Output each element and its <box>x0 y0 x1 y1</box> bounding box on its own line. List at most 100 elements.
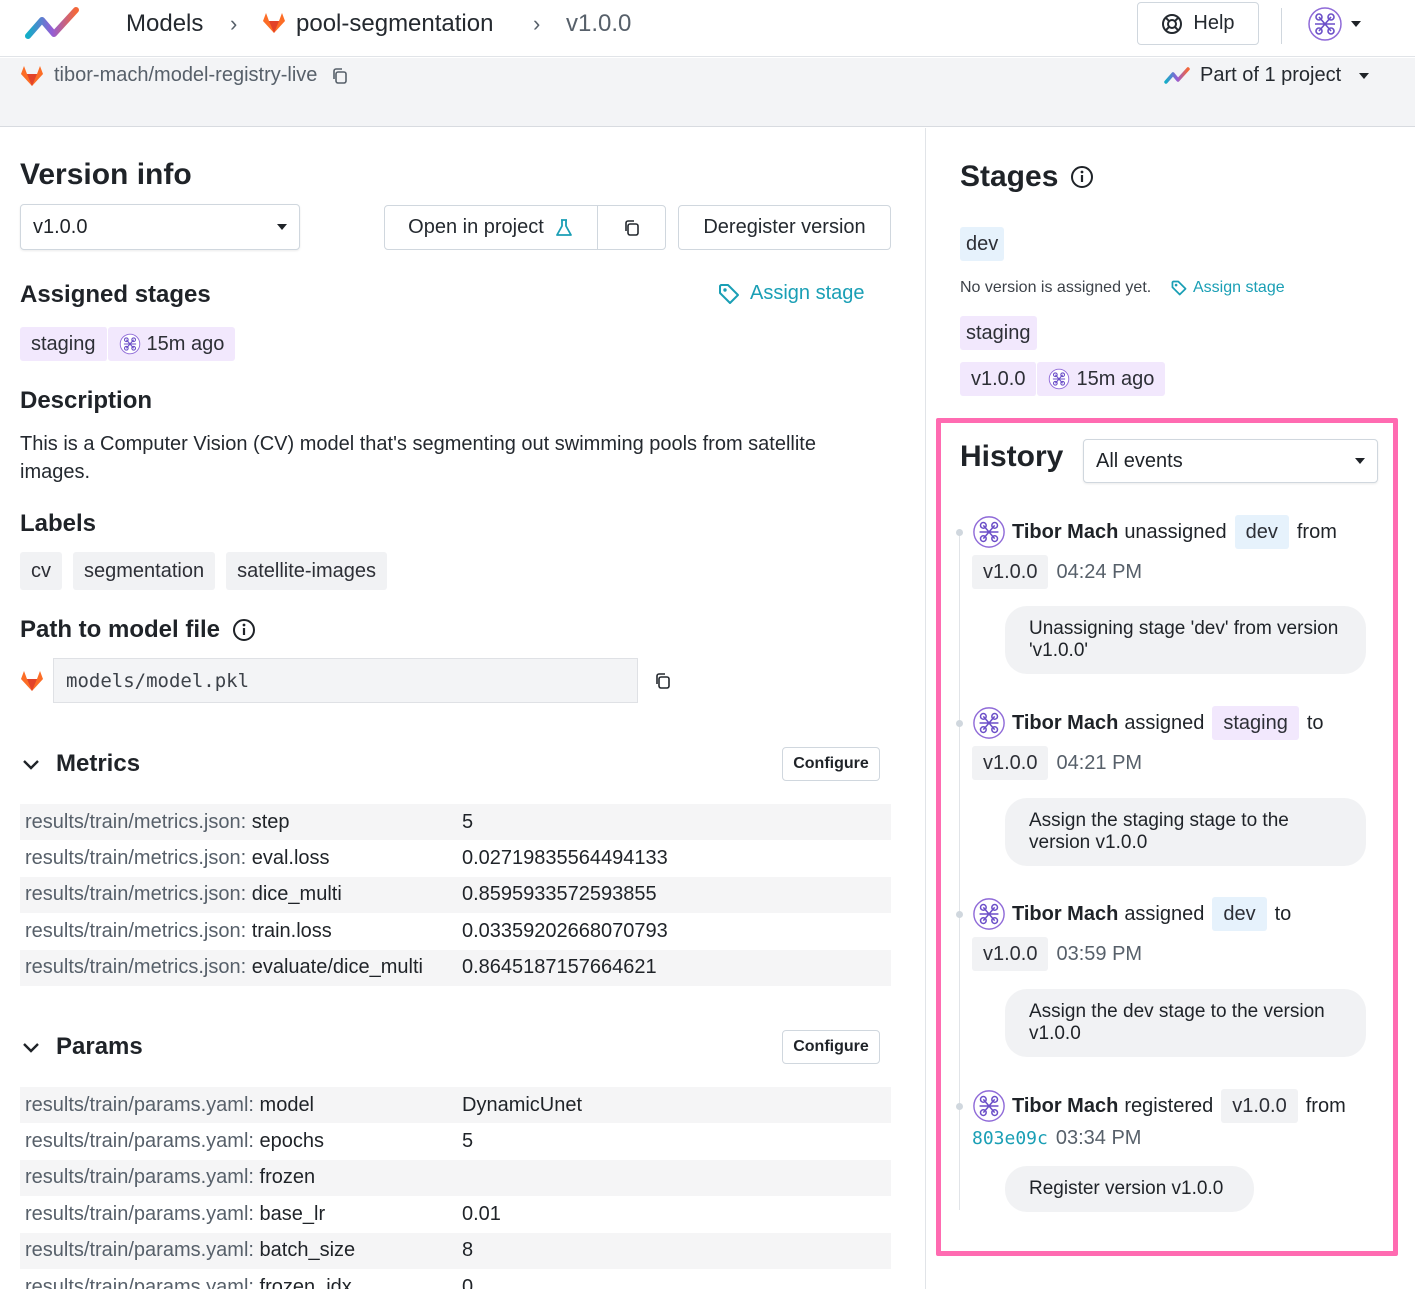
stage-staging-time: 15m ago <box>1037 362 1166 396</box>
timeline-dot <box>956 529 963 536</box>
param-key: epochs <box>259 1130 325 1153</box>
event-message: Assign the dev stage to the version v1.0… <box>1005 989 1366 1057</box>
part-of-projects-dropdown[interactable]: Part of 1 project <box>1164 64 1370 87</box>
metric-key: step <box>251 810 290 833</box>
event-user: Tibor Mach <box>1012 902 1119 925</box>
repo-name: tibor-mach/model-registry-live <box>54 64 318 86</box>
params-toggle[interactable]: Params <box>20 1033 143 1061</box>
stage-staging-version: v1.0.0 <box>960 362 1038 396</box>
copy-icon[interactable] <box>331 67 349 85</box>
model-path-field[interactable]: models/model.pkl <box>53 658 638 703</box>
breadcrumb-model[interactable]: pool-segmentation <box>296 9 493 39</box>
metrics-title: Metrics <box>56 750 141 777</box>
table-row: results/train/metrics.json: step 5 <box>20 804 891 841</box>
version-select-value: v1.0.0 <box>33 215 88 238</box>
assign-stage-link[interactable]: Assign stage <box>718 282 865 305</box>
help-button[interactable]: Help <box>1137 2 1259 45</box>
history-filter-select[interactable]: All events <box>1083 439 1378 483</box>
history-title: History <box>960 440 1064 473</box>
event-user: Tibor Mach <box>1012 711 1119 734</box>
table-row: results/train/metrics.json: evaluate/dic… <box>20 949 891 986</box>
repo-bar: tibor-mach/model-registry-live Part of 1… <box>0 58 1415 127</box>
metric-value: 0.8645187157664621 <box>462 956 657 979</box>
info-icon[interactable] <box>1070 165 1094 189</box>
breadcrumb-models[interactable]: Models <box>126 9 203 39</box>
param-value: DynamicUnet <box>462 1093 583 1116</box>
param-file: results/train/params.yaml: <box>25 1202 254 1225</box>
event-time: 04:24 PM <box>1056 560 1143 583</box>
event-user: Tibor Mach <box>1012 1094 1119 1117</box>
table-row: results/train/params.yaml: frozen_idx 0 <box>20 1269 891 1289</box>
tag-icon <box>719 283 739 304</box>
param-key: frozen_idx <box>259 1275 352 1289</box>
event-version: v1.0.0 <box>972 937 1049 971</box>
event-action: assigned <box>1124 711 1205 734</box>
param-value: 5 <box>462 1130 474 1153</box>
copy-icon[interactable] <box>654 672 672 690</box>
metric-key: eval.loss <box>251 847 330 870</box>
labels-title: Labels <box>20 510 97 537</box>
metrics-configure-button[interactable]: Configure <box>782 747 880 781</box>
label-chip[interactable]: cv <box>20 552 62 590</box>
history-event: Tibor Mach unassigned dev from <box>972 515 1337 549</box>
event-meta: v1.0.0 04:21 PM <box>972 746 1142 780</box>
table-row: results/train/params.yaml: epochs 5 <box>20 1123 891 1159</box>
stage-dev-assign-link[interactable]: Assign stage <box>1171 279 1285 297</box>
table-row: results/train/metrics.json: train.loss 0.… <box>20 913 891 949</box>
metric-key: evaluate/dice_multi <box>251 956 423 979</box>
event-message: Assign the staging stage to the version … <box>1005 798 1366 866</box>
copy-version-button[interactable] <box>597 205 666 250</box>
metric-file: results/train/metrics.json: <box>25 883 247 906</box>
lifebuoy-icon <box>1162 13 1183 34</box>
params-configure-button[interactable]: Configure <box>782 1030 880 1064</box>
help-label: Help <box>1193 12 1235 34</box>
tag-icon <box>1171 280 1187 296</box>
event-stage: dev <box>1234 515 1289 549</box>
table-row: results/train/metrics.json: dice_multi 0.… <box>20 876 891 914</box>
param-value: 8 <box>462 1239 474 1262</box>
version-select[interactable]: v1.0.0 <box>20 204 300 250</box>
event-action: registered <box>1124 1094 1214 1117</box>
event-message: Unassigning stage 'dev' from version 'v1… <box>1005 606 1366 674</box>
table-row: results/train/params.yaml: batch_size 8 <box>20 1232 891 1269</box>
label-chip[interactable]: segmentation <box>73 552 216 590</box>
chevron-right-icon: › <box>533 11 541 36</box>
event-stage: dev <box>1212 897 1267 931</box>
panel-divider <box>925 128 926 1289</box>
event-action: unassigned <box>1124 520 1227 543</box>
deregister-version-button[interactable]: Deregister version <box>678 205 891 250</box>
metric-key: dice_multi <box>251 883 342 906</box>
event-conj: to <box>1306 711 1324 734</box>
avatar-icon <box>973 1090 1005 1122</box>
event-time: 04:21 PM <box>1056 751 1143 774</box>
event-meta: v1.0.0 04:24 PM <box>972 555 1142 589</box>
metrics-toggle[interactable]: Metrics <box>20 750 140 778</box>
commit-link[interactable]: 803e09c <box>972 1128 1048 1149</box>
info-icon[interactable] <box>232 618 256 642</box>
chevron-down-icon <box>1351 21 1361 27</box>
event-conj: to <box>1274 902 1292 925</box>
stages-title-row: Stages <box>960 160 1094 194</box>
param-file: results/train/params.yaml: <box>25 1166 254 1189</box>
stage-staging-version-badge[interactable]: v1.0.0 15m ago <box>960 362 1166 396</box>
app-logo-icon[interactable] <box>24 6 82 46</box>
assigned-stage-badge[interactable]: staging 15m ago <box>20 327 236 361</box>
label-chip[interactable]: satellite-images <box>226 552 388 590</box>
stage-time-text: 15m ago <box>146 332 225 355</box>
timeline-dot <box>956 1103 963 1110</box>
top-bar: Models › pool-segmentation › v1.0.0 Help <box>0 0 1415 57</box>
description-text: This is a Computer Vision (CV) model tha… <box>20 433 816 483</box>
assign-stage-label: Assign stage <box>750 282 865 304</box>
stage-dev-badge: dev <box>960 227 1005 261</box>
param-value: 0 <box>462 1275 474 1289</box>
repo-link[interactable]: tibor-mach/model-registry-live <box>20 64 349 87</box>
labels-list: cv segmentation satellite-images <box>20 552 388 590</box>
gitlab-icon <box>20 670 44 692</box>
timeline-dot <box>956 911 963 918</box>
path-title: Path to model file <box>20 616 221 643</box>
stage-dev-assign-label: Assign stage <box>1193 279 1285 296</box>
metric-file: results/train/metrics.json: <box>25 847 247 870</box>
user-menu-button[interactable] <box>1307 6 1361 42</box>
open-in-project-button[interactable]: Open in project <box>384 205 598 250</box>
history-filter-value: All events <box>1096 449 1183 472</box>
